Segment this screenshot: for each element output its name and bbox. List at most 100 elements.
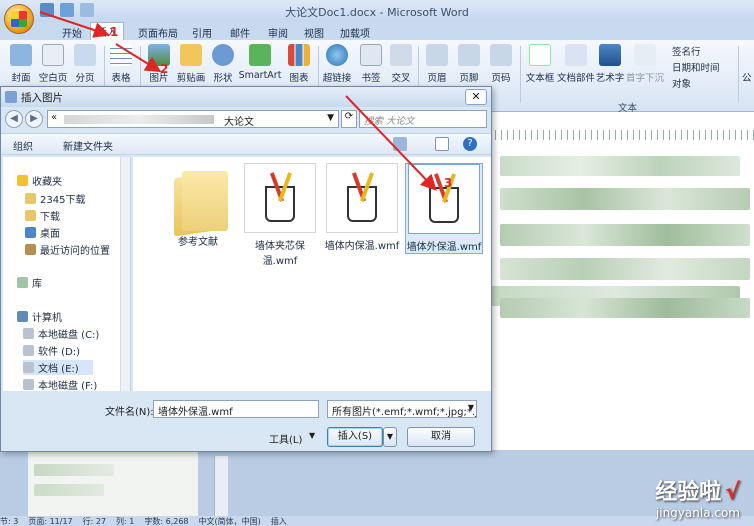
nav-drive-f[interactable]: 本地磁盘 (F:) (23, 377, 97, 392)
watermark-check: √ (725, 480, 740, 505)
tab-addins[interactable]: 加载项 (334, 24, 376, 41)
table-button[interactable]: 表格 (102, 42, 140, 84)
preview-pane-icon[interactable] (435, 137, 449, 151)
cross-reference-button[interactable]: 交叉 (382, 42, 420, 84)
file-type-select[interactable]: 所有图片(*.emf;*.wmf;*.jpg;*.jp ▼ (327, 400, 477, 418)
address-row: ◀ ▶ « 大论文 ▼ ⟳ 搜索 大论文 (1, 109, 491, 131)
breadcrumb-current[interactable]: 大论文 (224, 113, 254, 128)
cross-reference-icon (390, 44, 412, 66)
nav-item-2345[interactable]: 2345下载 (25, 191, 85, 206)
help-icon[interactable]: ? (463, 137, 477, 151)
horizontal-ruler (490, 130, 754, 140)
chevron-down-icon: ▼ (467, 403, 474, 412)
wmf-file-icon (408, 164, 480, 234)
drive-icon (23, 362, 34, 373)
quick-parts-button[interactable]: 文档部件 (556, 42, 596, 84)
desktop-icon (25, 227, 36, 238)
insert-button[interactable]: 插入(S) (327, 427, 383, 447)
shapes-button[interactable]: 形状 (204, 42, 242, 84)
page-number-button[interactable]: 页码 (482, 42, 520, 84)
nav-drive-d[interactable]: 软件 (D:) (23, 343, 80, 358)
address-dropdown-icon[interactable]: ▼ (327, 113, 334, 123)
drive-icon (23, 328, 34, 339)
blurred-text-line (34, 464, 114, 476)
tab-home[interactable]: 开始 (56, 24, 88, 41)
insert-dropdown-button[interactable]: ▼ (383, 427, 397, 447)
shapes-icon (212, 44, 234, 66)
library-icon (17, 277, 28, 288)
new-folder-button[interactable]: 新建文件夹 (63, 138, 113, 153)
tab-references[interactable]: 引用 (186, 24, 218, 41)
chart-button[interactable]: 图表 (280, 42, 318, 84)
nav-item-recent[interactable]: 最近访问的位置 (25, 242, 110, 257)
globe-icon (326, 44, 348, 66)
smartart-button[interactable]: SmartArt (238, 42, 282, 81)
status-section[interactable]: 节: 3 (0, 517, 18, 526)
nav-item-desktop[interactable]: 桌面 (25, 225, 60, 240)
tools-button[interactable]: 工具(L) (269, 431, 302, 446)
window-title: 大论文Doc1.docx - Microsoft Word (285, 6, 469, 19)
symbols-button-cut[interactable]: 公 (742, 70, 752, 84)
close-button[interactable]: ✕ (465, 89, 487, 105)
filename-field[interactable]: 墙体外保温.wmf (153, 400, 319, 418)
wordart-button[interactable]: 艺术字 (592, 42, 628, 84)
tools-dropdown-icon[interactable]: ▼ (309, 431, 315, 440)
status-page[interactable]: 页面: 11/17 (28, 517, 72, 526)
status-insert-mode[interactable]: 插入 (271, 517, 287, 526)
back-button[interactable]: ◀ (5, 110, 23, 128)
status-column[interactable]: 列: 1 (116, 517, 134, 526)
tab-view[interactable]: 视图 (298, 24, 330, 41)
blurred-text-line (500, 258, 750, 280)
forward-button[interactable]: ▶ (25, 110, 43, 128)
file-item-wmf[interactable]: 墙体内保温.wmf (323, 163, 401, 252)
status-line[interactable]: 行: 27 (83, 517, 106, 526)
redo-icon[interactable] (80, 3, 94, 17)
hyperlink-button[interactable]: 超链接 (318, 42, 356, 84)
view-options-icon[interactable] (393, 137, 407, 151)
blurred-text-line (500, 298, 750, 318)
tab-page-layout[interactable]: 页面布局 (132, 24, 184, 41)
nav-drive-e[interactable]: 文档 (E:) (23, 360, 93, 375)
quick-parts-icon (565, 44, 587, 66)
drop-cap-button[interactable]: 首字下沉 (624, 42, 666, 84)
cancel-button[interactable]: 取消 (407, 427, 475, 447)
search-input[interactable]: 搜索 大论文 (359, 110, 487, 128)
undo-icon[interactable] (60, 3, 74, 17)
refresh-button[interactable]: ⟳ (341, 110, 357, 128)
object-button[interactable]: 对象 (672, 76, 691, 90)
save-icon[interactable] (40, 3, 54, 17)
drive-icon (23, 379, 34, 390)
status-language[interactable]: 中文(简体，中国) (199, 517, 261, 526)
step-2-label: 2 (160, 62, 169, 76)
office-button[interactable] (4, 4, 34, 34)
dialog-title-bar[interactable]: 插入图片 ✕ (1, 87, 491, 107)
clip-art-icon (180, 44, 202, 66)
folder-icon (168, 169, 228, 237)
nav-library[interactable]: 库 (17, 275, 42, 290)
page-break-button[interactable]: 分页 (66, 42, 104, 84)
organize-button[interactable]: 组织 (13, 138, 33, 153)
date-time-button[interactable]: 日期和时间 (672, 60, 720, 74)
tab-mailings[interactable]: 邮件 (224, 24, 256, 41)
cover-page-icon (10, 44, 32, 66)
nav-drive-c[interactable]: 本地磁盘 (C:) (23, 326, 99, 341)
nav-item-downloads[interactable]: 下载 (25, 208, 60, 223)
nav-computer[interactable]: 计算机 (17, 309, 62, 324)
chart-icon (288, 44, 310, 66)
bookmark-icon (360, 44, 382, 66)
header-icon (426, 44, 448, 66)
status-words[interactable]: 字数: 6,268 (144, 517, 188, 526)
text-box-icon (529, 44, 551, 66)
file-item-wmf[interactable]: 墙体夹芯保温.wmf (241, 163, 319, 267)
tab-review[interactable]: 审阅 (262, 24, 294, 41)
address-bar[interactable]: « 大论文 ▼ (47, 110, 339, 128)
signature-line-button[interactable]: 签名行 (672, 44, 701, 58)
drive-icon (23, 345, 34, 356)
nav-scrollbar[interactable] (120, 157, 130, 391)
nav-favorites[interactable]: 收藏夹 (17, 173, 62, 188)
blank-page-icon (42, 44, 64, 66)
tab-insert[interactable]: 插入 (90, 22, 124, 40)
text-box-button[interactable]: 文本框 (520, 42, 560, 84)
file-item-folder[interactable]: 参考文献 (159, 163, 237, 248)
computer-icon (17, 311, 28, 322)
